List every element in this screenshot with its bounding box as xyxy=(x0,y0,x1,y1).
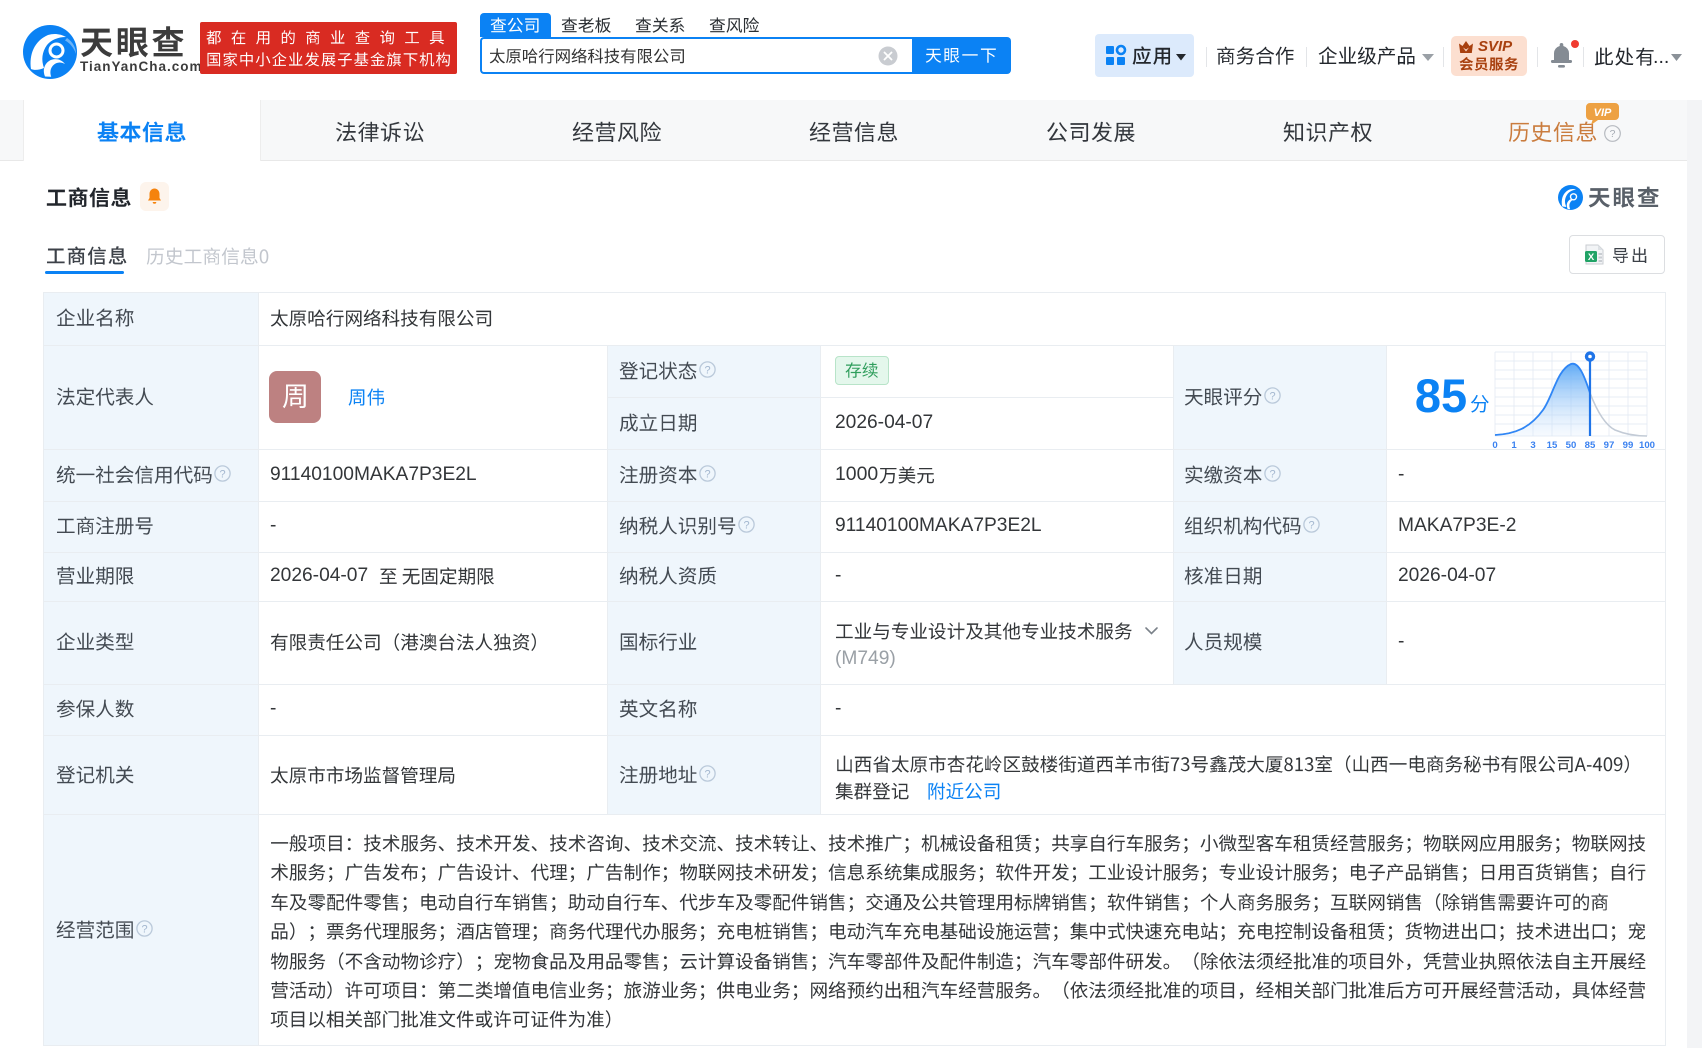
svg-text:?: ? xyxy=(704,364,710,376)
svg-text:?: ? xyxy=(220,468,226,480)
svg-text:?: ? xyxy=(704,468,710,480)
svg-text:?: ? xyxy=(704,768,710,780)
svg-text:?: ? xyxy=(1610,128,1616,140)
svg-text:?: ? xyxy=(1269,468,1275,480)
svg-text:X: X xyxy=(1588,252,1595,263)
svg-text:VIP: VIP xyxy=(1594,107,1612,119)
svg-text:?: ? xyxy=(1309,519,1315,531)
svg-text:?: ? xyxy=(141,923,147,935)
svg-text:?: ? xyxy=(744,519,750,531)
